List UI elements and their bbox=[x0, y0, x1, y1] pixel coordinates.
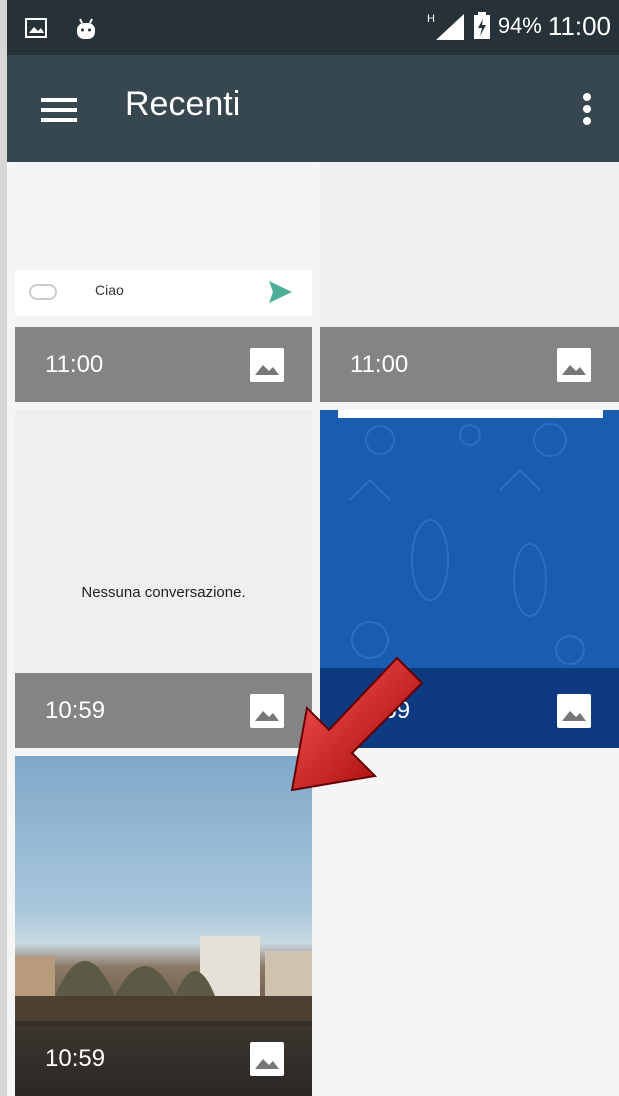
svg-text:H: H bbox=[427, 13, 435, 25]
chat-message-text: Ciao bbox=[95, 282, 124, 298]
chat-compose-row: Ciao bbox=[15, 270, 312, 316]
tile-time: 11:00 bbox=[45, 351, 104, 378]
status-time: 11:00 bbox=[547, 10, 611, 41]
battery-charging-icon bbox=[473, 12, 490, 39]
menu-icon[interactable] bbox=[35, 90, 83, 130]
recent-tile[interactable]: 11:00 bbox=[320, 162, 619, 402]
image-notification-icon bbox=[25, 18, 47, 38]
tile-label: 10:59 bbox=[15, 673, 312, 748]
tile-label: 11:00 bbox=[320, 327, 619, 402]
tile-label: 11:00 bbox=[15, 327, 312, 402]
recents-grid: Ciao 11:00 11:00 Nessuna conversazione. … bbox=[7, 162, 619, 1096]
image-icon bbox=[250, 348, 284, 382]
battery-percentage: 94% bbox=[497, 13, 542, 38]
image-icon bbox=[250, 1042, 284, 1076]
app-bar: Recenti bbox=[7, 55, 619, 162]
signal-icon: H bbox=[427, 13, 464, 40]
tile-time: 10:59 bbox=[45, 697, 106, 724]
status-bar: H 94% 11:00 bbox=[7, 0, 619, 55]
image-icon bbox=[557, 348, 591, 382]
image-icon bbox=[557, 694, 591, 728]
tile-time: 10:59 bbox=[45, 1045, 106, 1072]
send-icon bbox=[269, 281, 292, 303]
more-options-icon[interactable] bbox=[575, 89, 599, 129]
annotation-arrow-icon bbox=[290, 656, 424, 792]
city-skyline bbox=[15, 936, 312, 1026]
phone-screen: H 94% 11:00 Recenti Ciao 11:00 11:00 Nes… bbox=[7, 0, 619, 1096]
recent-tile[interactable]: 10:59 bbox=[15, 756, 312, 1096]
page-title: Recenti bbox=[125, 85, 241, 123]
attach-icon bbox=[29, 284, 57, 300]
recent-tile[interactable]: Ciao 11:00 bbox=[15, 162, 312, 402]
tile-time: 11:00 bbox=[350, 351, 409, 378]
recent-tile[interactable]: Nessuna conversazione. 10:59 bbox=[15, 410, 312, 748]
empty-conversation-text: Nessuna conversazione. bbox=[81, 584, 246, 601]
tile-label: 10:59 bbox=[15, 1021, 312, 1096]
android-notification-icon bbox=[77, 18, 95, 39]
